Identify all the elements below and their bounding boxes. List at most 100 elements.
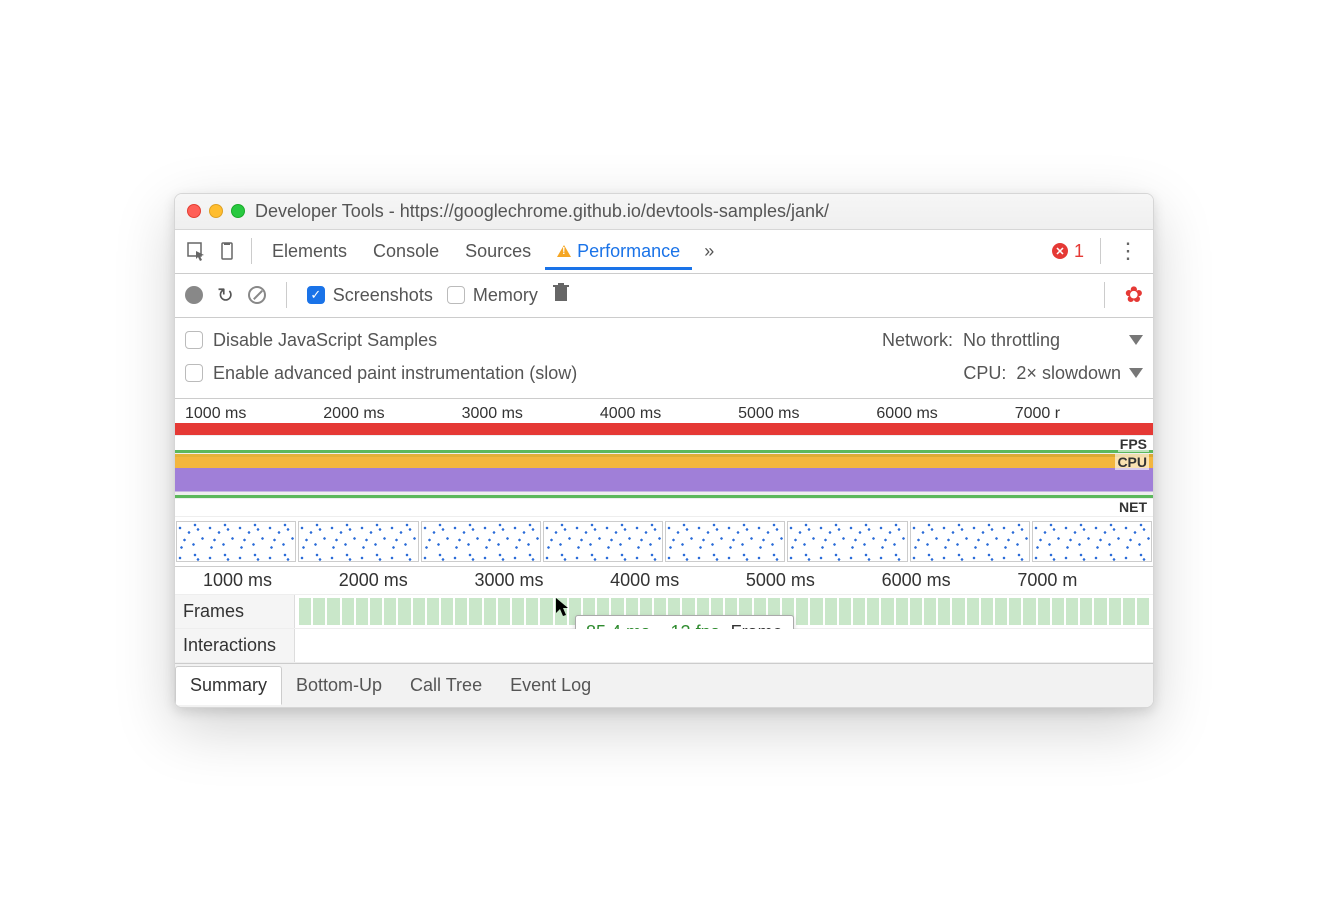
frame-block[interactable] <box>952 598 964 625</box>
interactions-track-row[interactable]: Interactions <box>175 629 1153 663</box>
kebab-icon[interactable]: ⋮ <box>1109 247 1147 256</box>
frame-block[interactable] <box>498 598 510 625</box>
frame-block[interactable] <box>825 598 837 625</box>
ruler-tick: 3000 ms <box>474 570 610 591</box>
detail-ruler[interactable]: 1000 ms 2000 ms 3000 ms 4000 ms 5000 ms … <box>175 567 1153 595</box>
screenshot-thumb[interactable] <box>1032 521 1152 562</box>
screenshot-thumb[interactable] <box>910 521 1030 562</box>
frame-block[interactable] <box>1123 598 1135 625</box>
frame-block[interactable] <box>441 598 453 625</box>
checkbox-icon[interactable] <box>447 286 465 304</box>
tab-bottom-up[interactable]: Bottom-Up <box>282 667 396 704</box>
tab-sources[interactable]: Sources <box>453 233 543 270</box>
checkbox-icon[interactable] <box>185 331 203 349</box>
frame-block[interactable] <box>1137 598 1149 625</box>
device-icon[interactable] <box>213 236 243 266</box>
frame-block[interactable] <box>1080 598 1092 625</box>
ruler-tick: 7000 r <box>1015 405 1153 423</box>
frame-block[interactable] <box>484 598 496 625</box>
network-throttle-select[interactable]: No throttling <box>963 330 1143 351</box>
screenshot-thumb[interactable] <box>176 521 296 562</box>
tab-console[interactable]: Console <box>361 233 451 270</box>
zoom-icon[interactable] <box>231 204 245 218</box>
frame-block[interactable] <box>384 598 396 625</box>
frame-block[interactable] <box>398 598 410 625</box>
frame-block[interactable] <box>1009 598 1021 625</box>
interactions-track[interactable] <box>295 629 1153 662</box>
frame-block[interactable] <box>853 598 865 625</box>
frame-block[interactable] <box>1109 598 1121 625</box>
tab-summary[interactable]: Summary <box>175 666 282 705</box>
frame-block[interactable] <box>427 598 439 625</box>
frame-block[interactable] <box>910 598 922 625</box>
screenshot-thumb[interactable] <box>543 521 663 562</box>
fps-lane-label: FPS <box>1118 436 1149 452</box>
error-count[interactable]: 1 <box>1074 241 1084 262</box>
frame-block[interactable] <box>896 598 908 625</box>
screenshot-strip[interactable] <box>175 516 1153 566</box>
tab-elements[interactable]: Elements <box>260 233 359 270</box>
frame-block[interactable] <box>995 598 1007 625</box>
cpu-throttle-select[interactable]: 2× slowdown <box>1016 363 1143 384</box>
checkbox-icon[interactable] <box>307 286 325 304</box>
checkbox-icon[interactable] <box>185 364 203 382</box>
screenshot-thumb[interactable] <box>298 521 418 562</box>
frame-block[interactable] <box>313 598 325 625</box>
tabs-overflow-icon[interactable]: » <box>694 241 724 262</box>
frame-block[interactable] <box>512 598 524 625</box>
frame-block[interactable] <box>469 598 481 625</box>
trash-icon[interactable] <box>552 283 570 308</box>
frames-track-row[interactable]: Frames 85.4 ms ~ 12 fps Frame <box>175 595 1153 629</box>
frame-block[interactable] <box>924 598 936 625</box>
memory-toggle[interactable]: Memory <box>447 285 538 306</box>
frame-block[interactable] <box>1052 598 1064 625</box>
tab-event-log[interactable]: Event Log <box>496 667 605 704</box>
flamechart-area[interactable]: 1000 ms 2000 ms 3000 ms 4000 ms 5000 ms … <box>175 567 1153 663</box>
overview-ruler[interactable]: 1000 ms 2000 ms 3000 ms 4000 ms 5000 ms … <box>175 399 1153 423</box>
frame-block[interactable] <box>455 598 467 625</box>
interactions-track-label[interactable]: Interactions <box>175 629 295 662</box>
frame-block[interactable] <box>839 598 851 625</box>
frame-block[interactable] <box>356 598 368 625</box>
frame-block[interactable] <box>1066 598 1078 625</box>
frame-block[interactable] <box>1023 598 1035 625</box>
record-icon[interactable] <box>185 286 203 304</box>
frame-block[interactable] <box>327 598 339 625</box>
tab-performance[interactable]: Performance <box>545 233 692 270</box>
screenshot-thumb[interactable] <box>421 521 541 562</box>
reload-icon[interactable]: ↻ <box>217 283 234 308</box>
minimize-icon[interactable] <box>209 204 223 218</box>
frame-block[interactable] <box>413 598 425 625</box>
frame-block[interactable] <box>299 598 311 625</box>
ruler-tick: 5000 ms <box>738 405 876 423</box>
cpu-lane-label: CPU <box>1115 454 1149 470</box>
long-frame-bar <box>175 423 1153 435</box>
frame-block[interactable] <box>1094 598 1106 625</box>
ruler-tick: 6000 ms <box>882 570 1018 591</box>
overview-timeline[interactable]: 1000 ms 2000 ms 3000 ms 4000 ms 5000 ms … <box>175 399 1153 567</box>
memory-label: Memory <box>473 285 538 306</box>
screenshot-thumb[interactable] <box>787 521 907 562</box>
frame-block[interactable] <box>981 598 993 625</box>
frame-block[interactable] <box>1038 598 1050 625</box>
frame-block[interactable] <box>540 598 552 625</box>
screenshot-thumb[interactable] <box>665 521 785 562</box>
frame-block[interactable] <box>370 598 382 625</box>
frame-block[interactable] <box>555 598 567 625</box>
frame-block[interactable] <box>967 598 979 625</box>
inspect-icon[interactable] <box>181 236 211 266</box>
frame-block[interactable] <box>867 598 879 625</box>
close-icon[interactable] <box>187 204 201 218</box>
frame-block[interactable] <box>938 598 950 625</box>
frame-block[interactable] <box>526 598 538 625</box>
tab-call-tree[interactable]: Call Tree <box>396 667 496 704</box>
clear-icon[interactable] <box>248 286 266 304</box>
frame-block[interactable] <box>810 598 822 625</box>
frame-block[interactable] <box>342 598 354 625</box>
frame-block[interactable] <box>881 598 893 625</box>
error-icon[interactable]: ✕ <box>1052 243 1068 259</box>
screenshots-toggle[interactable]: Screenshots <box>307 285 433 306</box>
gear-icon[interactable]: ✿ <box>1125 282 1143 308</box>
frame-block[interactable] <box>796 598 808 625</box>
frames-track-label[interactable]: Frames <box>175 595 295 628</box>
